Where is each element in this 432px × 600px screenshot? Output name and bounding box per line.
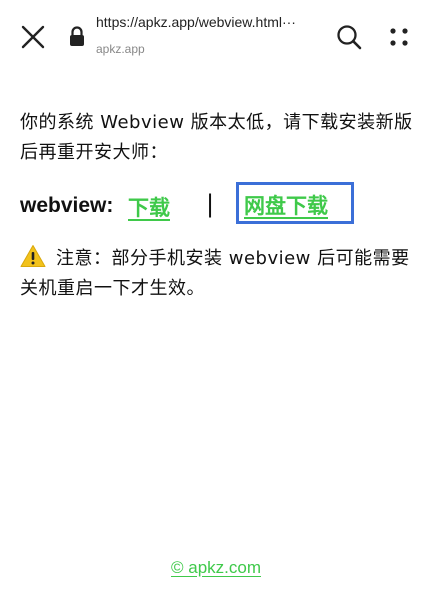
cloud-download-link[interactable]: 网盘下载 xyxy=(244,190,328,220)
warning-icon xyxy=(20,244,46,268)
download-separator: | xyxy=(206,190,215,218)
download-label: webview: xyxy=(20,194,114,217)
browser-toolbar: https://apkz.app/webview.html··· apkz.ap… xyxy=(0,0,432,70)
more-icon[interactable] xyxy=(388,26,410,48)
footer-copyright-link[interactable]: © apkz.com xyxy=(171,558,261,577)
webview-notice: 你的系统 Webview 版本太低，请下载安装新版后再重开安大师： xyxy=(20,112,413,163)
download-link[interactable]: 下载 xyxy=(128,192,170,222)
warning-note: 注意：部分手机安装 webview 后可能需要关机重启一下才生效。 xyxy=(20,244,414,304)
lock-icon xyxy=(68,25,86,47)
address-host: apkz.app xyxy=(96,42,145,56)
address-url[interactable]: https://apkz.app/webview.html··· xyxy=(96,14,326,30)
search-icon[interactable] xyxy=(336,24,362,50)
footer: © apkz.com xyxy=(0,558,432,578)
close-icon[interactable] xyxy=(18,22,48,52)
download-row: webview: 下载 | 网盘下载 xyxy=(20,182,420,230)
warning-text: 注意：部分手机安装 webview 后可能需要关机重启一下才生效。 xyxy=(20,248,410,299)
